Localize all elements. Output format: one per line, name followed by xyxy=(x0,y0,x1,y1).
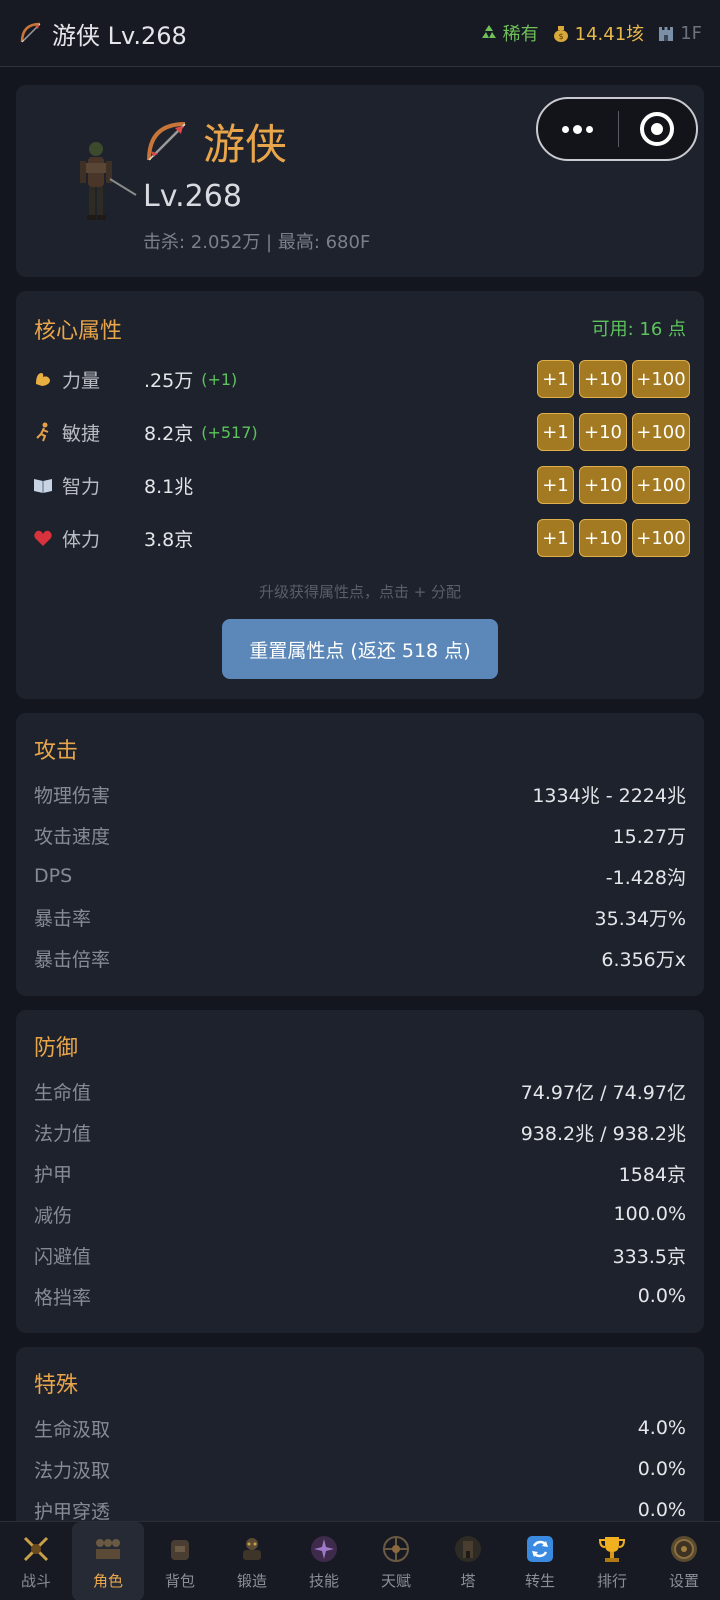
attribute-row: 智力 8.1兆 +1 +10 +100 xyxy=(32,465,690,505)
heart-icon xyxy=(32,527,54,549)
bow-icon xyxy=(20,22,41,43)
section-title: 攻击 xyxy=(34,739,79,764)
add-10-button[interactable]: +10 xyxy=(579,413,627,451)
crossed-swords-icon xyxy=(19,1532,53,1566)
stat-row: 生命值 74.97亿 / 74.97亿 xyxy=(34,1081,686,1104)
core-attributes-panel: 核心属性 可用: 16 点 力量 .25万 (+1) +1 +10 +100 敏… xyxy=(16,291,704,699)
attribute-value: .25万 xyxy=(144,369,194,392)
section-title: 核心属性 xyxy=(34,319,123,344)
attribute-bonus: (+517) xyxy=(201,422,258,442)
stat-row: 生命汲取 4.0% xyxy=(34,1417,686,1441)
top-bar: 游侠 Lv.268 稀有 $ 14.41垓 1F xyxy=(0,0,720,67)
muscle-icon xyxy=(32,368,54,390)
nav-character[interactable]: 角色 xyxy=(72,1522,144,1600)
attack-panel: 攻击 物理伤害 1334兆 - 2224兆 攻击速度 15.27万 DPS -1.42… xyxy=(16,713,704,996)
stat-row: 暴击率 35.34万% xyxy=(34,907,686,930)
available-points: 可用: 16 点 xyxy=(591,319,686,340)
section-title: 特殊 xyxy=(34,1373,79,1398)
allocation-hint: 升级获得属性点，点击 + 分配 xyxy=(258,583,462,601)
add-1-button[interactable]: +1 xyxy=(537,466,574,504)
stat-row: 闪避值 333.5京 xyxy=(34,1245,686,1268)
add-1-button[interactable]: +1 xyxy=(537,413,574,451)
stat-row: 攻击速度 15.27万 xyxy=(34,825,686,848)
miniprogram-capsule xyxy=(536,97,698,161)
nav-rebirth[interactable]: 转生 xyxy=(504,1522,576,1600)
trophy-icon xyxy=(595,1532,629,1566)
more-icon[interactable] xyxy=(538,124,618,134)
add-1-button[interactable]: +1 xyxy=(537,519,574,557)
bow-icon xyxy=(147,121,186,161)
stat-row: 物理伤害 1334兆 - 2224兆 xyxy=(34,784,686,807)
talent-icon xyxy=(379,1532,413,1566)
stat-row: 护甲 1584京 xyxy=(34,1163,686,1186)
hero-level: Lv.268 xyxy=(143,179,242,214)
svg-text:$: $ xyxy=(558,32,563,41)
attribute-row: 体力 3.8京 +1 +10 +100 xyxy=(32,518,690,558)
close-target-icon[interactable] xyxy=(619,112,697,146)
rarity-badge: 稀有 xyxy=(479,20,539,46)
stat-row: DPS -1.428沟 xyxy=(34,865,686,889)
floor-indicator: 1F xyxy=(656,23,702,44)
bottom-nav: 战斗 角色 背包 锻造 技能 天赋 塔 转生 排行 设置 xyxy=(0,1521,720,1600)
add-10-button[interactable]: +10 xyxy=(579,466,627,504)
skill-icon xyxy=(307,1532,341,1566)
rebirth-icon xyxy=(523,1532,557,1566)
nav-talent[interactable]: 天赋 xyxy=(360,1522,432,1600)
attribute-bonus: (+1) xyxy=(201,369,238,389)
attribute-value: 8.2京 xyxy=(144,422,194,445)
nav-tower[interactable]: 塔 xyxy=(432,1522,504,1600)
add-1-button[interactable]: +1 xyxy=(537,360,574,398)
hero-panel: 游侠 Lv.268 击杀: 2.052万 | 最高: 680F xyxy=(16,85,704,277)
gold-amount: $ 14.41垓 xyxy=(551,20,644,46)
defense-panel: 防御 生命值 74.97亿 / 74.97亿 法力值 938.2兆 / 938.2兆… xyxy=(16,1010,704,1333)
nav-backpack[interactable]: 背包 xyxy=(144,1522,216,1600)
tower-icon xyxy=(451,1532,485,1566)
book-icon xyxy=(32,474,54,496)
add-100-button[interactable]: +100 xyxy=(632,519,690,557)
hero-portrait xyxy=(80,142,137,220)
attribute-value: 8.1兆 xyxy=(144,475,194,498)
hero-kill-stats: 击杀: 2.052万 | 最高: 680F xyxy=(143,232,371,253)
stat-row: 格挡率 0.0% xyxy=(34,1285,686,1309)
reset-attributes-button[interactable]: 重置属性点 (返还 518 点) xyxy=(222,619,498,679)
runner-icon xyxy=(32,421,54,443)
attribute-row: 力量 .25万 (+1) +1 +10 +100 xyxy=(32,359,690,399)
add-10-button[interactable]: +10 xyxy=(579,360,627,398)
settings-icon xyxy=(667,1532,701,1566)
nav-battle[interactable]: 战斗 xyxy=(0,1522,72,1600)
character-icon xyxy=(91,1532,125,1566)
add-10-button[interactable]: +10 xyxy=(579,519,627,557)
nav-ranking[interactable]: 排行 xyxy=(576,1522,648,1600)
hero-name: 游侠 xyxy=(203,120,288,169)
attribute-row: 敏捷 8.2京 (+517) +1 +10 +100 xyxy=(32,412,690,452)
add-100-button[interactable]: +100 xyxy=(632,466,690,504)
anvil-icon xyxy=(235,1532,269,1566)
nav-skills[interactable]: 技能 xyxy=(288,1522,360,1600)
stat-row: 法力汲取 0.0% xyxy=(34,1458,686,1482)
stat-row: 法力值 938.2兆 / 938.2兆 xyxy=(34,1122,686,1145)
castle-icon xyxy=(659,27,674,41)
backpack-icon xyxy=(163,1532,197,1566)
nav-settings[interactable]: 设置 xyxy=(648,1522,720,1600)
nav-forge[interactable]: 锻造 xyxy=(216,1522,288,1600)
app-title: 游侠 Lv.268 xyxy=(52,21,187,50)
stat-row: 减伤 100.0% xyxy=(34,1203,686,1227)
add-100-button[interactable]: +100 xyxy=(632,413,690,451)
stat-row: 暴击倍率 6.356万x xyxy=(34,948,686,971)
add-100-button[interactable]: +100 xyxy=(632,360,690,398)
money-bag-icon: $ xyxy=(553,26,568,42)
attribute-value: 3.8京 xyxy=(144,528,194,551)
recycle-icon xyxy=(481,25,496,38)
section-title: 防御 xyxy=(34,1036,79,1061)
